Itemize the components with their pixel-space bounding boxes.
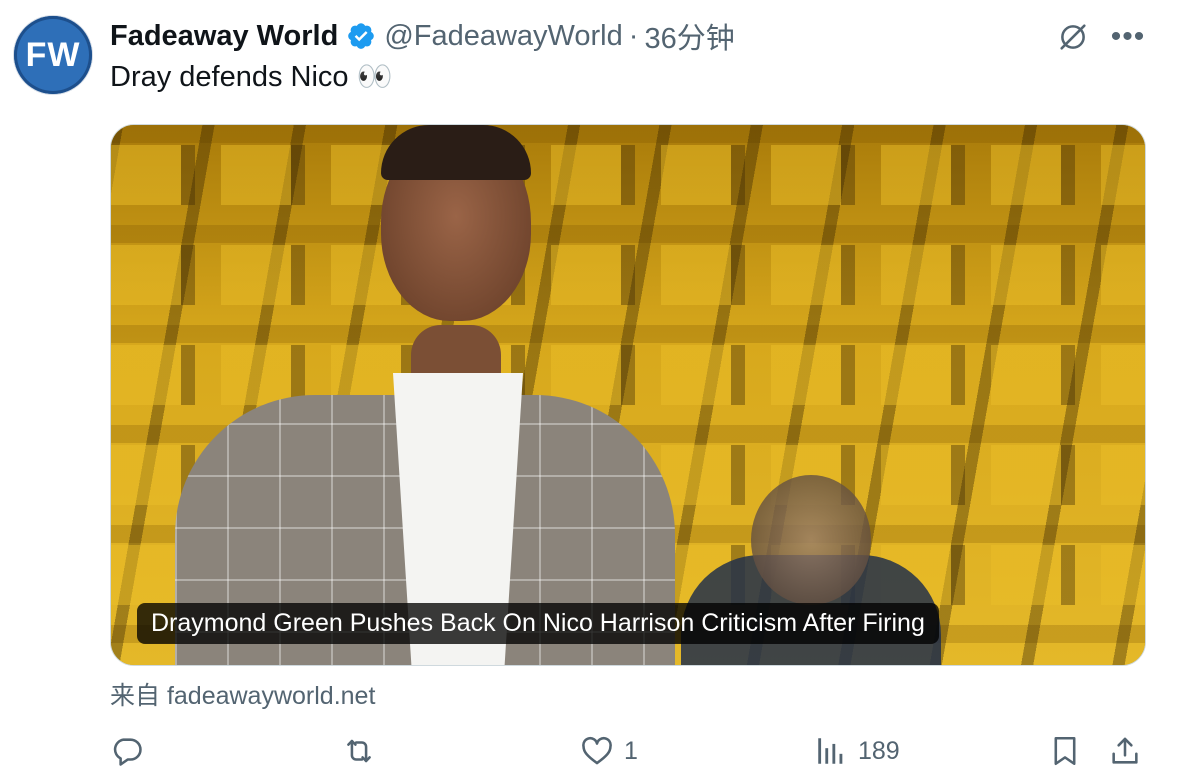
bookmark-button[interactable]: [1048, 732, 1082, 770]
separator-dot: ·: [628, 19, 639, 52]
heart-icon: [582, 736, 612, 765]
reply-icon: [113, 738, 142, 766]
seat-row: [111, 245, 1145, 305]
avatar[interactable]: FW: [14, 16, 92, 94]
seat-row: [111, 345, 1145, 405]
repost-button[interactable]: [342, 732, 376, 770]
views-button[interactable]: 189: [814, 732, 900, 770]
repost-icon: [347, 739, 371, 763]
bookmark-icon: [1054, 736, 1076, 766]
link-card[interactable]: Draymond Green Pushes Back On Nico Harri…: [110, 124, 1146, 666]
card-source[interactable]: 来自 fadeawayworld.net: [110, 676, 375, 712]
reply-button[interactable]: [110, 732, 144, 770]
verified-badge-icon[interactable]: [346, 21, 376, 51]
share-icon: [1112, 737, 1138, 764]
like-button[interactable]: 1: [580, 732, 638, 770]
card-headline: Draymond Green Pushes Back On Nico Harri…: [137, 603, 939, 644]
tweet-header: Fadeaway World @FadeawayWorld · 36分钟: [110, 14, 735, 58]
grok-icon[interactable]: [1054, 18, 1092, 56]
like-count: 1: [624, 736, 638, 765]
seat-row: [111, 145, 1145, 205]
timestamp[interactable]: 36分钟: [644, 15, 734, 57]
share-button[interactable]: [1108, 732, 1142, 770]
avatar-initials: FW: [25, 35, 81, 74]
background-person-head: [751, 475, 871, 605]
tweet-text: Dray defends Nico 👀: [110, 61, 393, 93]
display-name[interactable]: Fadeaway World: [110, 20, 338, 53]
person-hair: [381, 125, 531, 180]
action-bar: 1 189: [0, 726, 1182, 776]
more-options-icon[interactable]: •••: [1108, 18, 1148, 56]
author-handle[interactable]: @FadeawayWorld: [384, 20, 622, 53]
view-count: 189: [858, 736, 900, 765]
views-icon: [818, 738, 843, 764]
